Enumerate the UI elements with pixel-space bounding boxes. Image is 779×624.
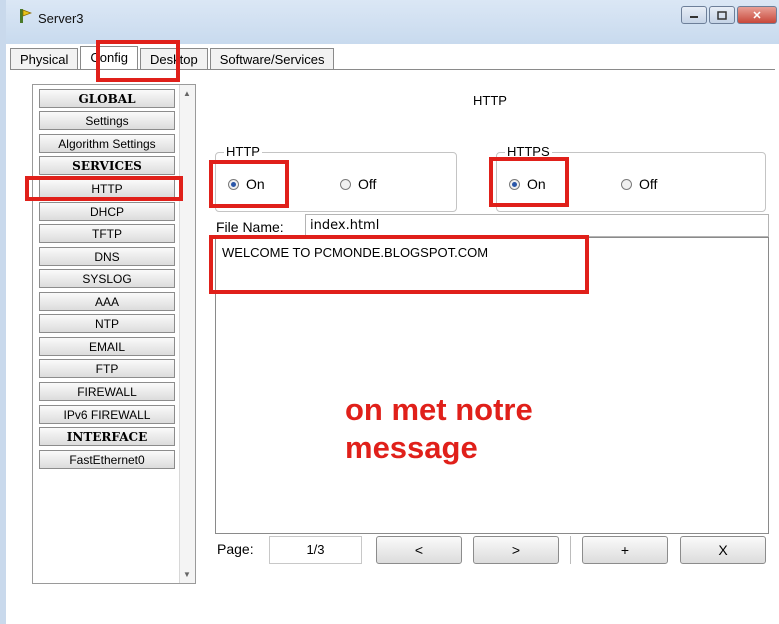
sidebar-scrollbar[interactable]: ▲ ▼ [179, 85, 195, 583]
prev-page-button[interactable]: < [376, 536, 462, 564]
annotation-box-content [209, 235, 589, 294]
sidebar-item-firewall[interactable]: FIREWALL [39, 382, 175, 401]
sidebar-item-interface[interactable]: INTERFACE [39, 427, 175, 446]
radio-unselected-icon [340, 178, 351, 190]
maximize-icon [717, 10, 727, 20]
annotation-line-2: message [345, 430, 478, 465]
http-off-label: Off [358, 176, 377, 192]
annotation-line-1: on met notre [345, 392, 533, 427]
annotation-box-config [96, 40, 180, 82]
minimize-button[interactable] [681, 6, 707, 24]
sidebar-item-email[interactable]: EMAIL [39, 337, 175, 356]
sidebar-item-aaa[interactable]: AAA [39, 292, 175, 311]
sidebar-item-global[interactable]: GLOBAL [39, 89, 175, 108]
file-name-input[interactable]: index.html [305, 214, 769, 237]
sidebar-item-fastethernet0[interactable]: FastEthernet0 [39, 450, 175, 469]
https-off-label: Off [639, 176, 658, 192]
annotation-box-https-on [489, 157, 569, 207]
window-title: Server3 [38, 11, 84, 26]
button-separator [570, 536, 571, 564]
sidebar-item-ipv6-firewall[interactable]: IPv6 FIREWALL [39, 405, 175, 424]
annotation-box-http [25, 176, 183, 201]
scroll-down-icon[interactable]: ▼ [183, 570, 191, 579]
tab-physical[interactable]: Physical [10, 48, 79, 70]
sidebar-item-ntp[interactable]: NTP [39, 314, 175, 333]
server-window: Server3 ✕ Physical Config Desktop Softwa… [0, 0, 779, 624]
http-group-legend: HTTP [224, 144, 262, 159]
http-off-radio[interactable]: Off [340, 176, 376, 192]
sidebar-item-tftp[interactable]: TFTP [39, 224, 175, 243]
minimize-icon [690, 16, 698, 18]
title-bar: Server3 ✕ [6, 0, 779, 44]
close-icon: ✕ [752, 9, 762, 22]
config-sidebar: GLOBAL Settings Algorithm Settings SERVI… [32, 84, 196, 584]
sidebar-item-syslog[interactable]: SYSLOG [39, 269, 175, 288]
https-off-radio[interactable]: Off [621, 176, 657, 192]
annotation-text: on met notre message [345, 391, 533, 467]
page-indicator: 1/3 [269, 536, 362, 564]
tab-software-services[interactable]: Software/Services [209, 48, 335, 70]
sidebar-item-services[interactable]: SERVICES [39, 156, 175, 175]
sidebar-item-dns[interactable]: DNS [39, 247, 175, 266]
add-page-button[interactable]: + [582, 536, 668, 564]
annotation-box-http-on [209, 160, 289, 208]
sidebar-item-dhcp[interactable]: DHCP [39, 202, 175, 221]
sidebar-item-algorithm-settings[interactable]: Algorithm Settings [39, 134, 175, 153]
page-label: Page: [217, 541, 254, 557]
maximize-button[interactable] [709, 6, 735, 24]
radio-unselected-icon [621, 178, 632, 190]
sidebar-item-ftp[interactable]: FTP [39, 359, 175, 378]
window-controls: ✕ [679, 6, 777, 24]
next-page-button[interactable]: > [473, 536, 559, 564]
close-button[interactable]: ✕ [737, 6, 777, 24]
server-app-icon [20, 9, 32, 23]
service-title: HTTP [473, 93, 507, 108]
scroll-up-icon[interactable]: ▲ [183, 89, 191, 98]
delete-page-button[interactable]: X [680, 536, 766, 564]
file-name-label: File Name: [216, 219, 284, 235]
sidebar-item-settings[interactable]: Settings [39, 111, 175, 130]
